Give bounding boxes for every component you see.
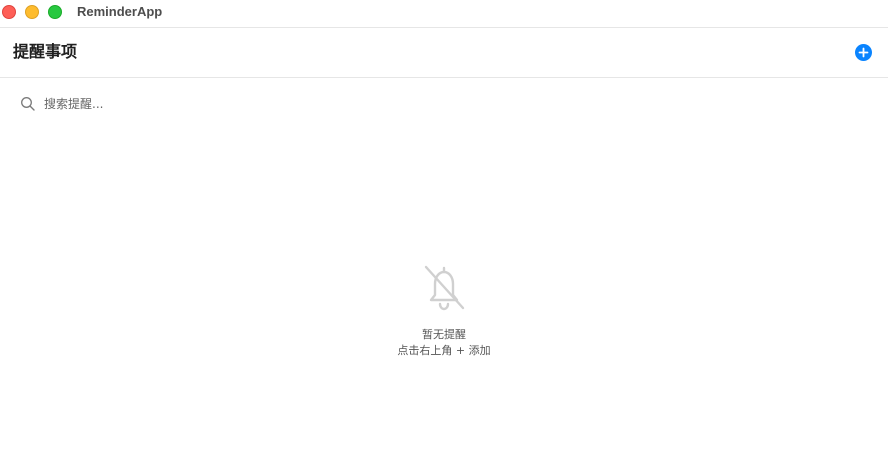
empty-state-hint: 点击右上角 + 添加 bbox=[397, 344, 491, 357]
plus-circle-icon bbox=[858, 47, 869, 58]
search-icon bbox=[21, 97, 35, 111]
empty-state: 暂无提醒 点击右上角 + 添加 bbox=[0, 262, 888, 359]
empty-state-title: 暂无提醒 bbox=[422, 328, 466, 341]
page-header: 提醒事项 bbox=[0, 28, 888, 78]
search-bar bbox=[20, 95, 420, 113]
title-bar[interactable]: ReminderApp bbox=[0, 0, 888, 28]
bell-slash-icon bbox=[424, 265, 465, 311]
app-window: ReminderApp 提醒事项 暂无提醒 点击右上角 + 添加 bbox=[0, 0, 888, 476]
minimize-window-button[interactable] bbox=[25, 5, 39, 19]
add-reminder-button[interactable] bbox=[855, 44, 872, 61]
close-window-button[interactable] bbox=[2, 5, 16, 19]
search-input[interactable] bbox=[44, 95, 404, 113]
page-title: 提醒事项 bbox=[13, 42, 78, 61]
window-title: ReminderApp bbox=[77, 4, 163, 19]
maximize-window-button[interactable] bbox=[48, 5, 62, 19]
